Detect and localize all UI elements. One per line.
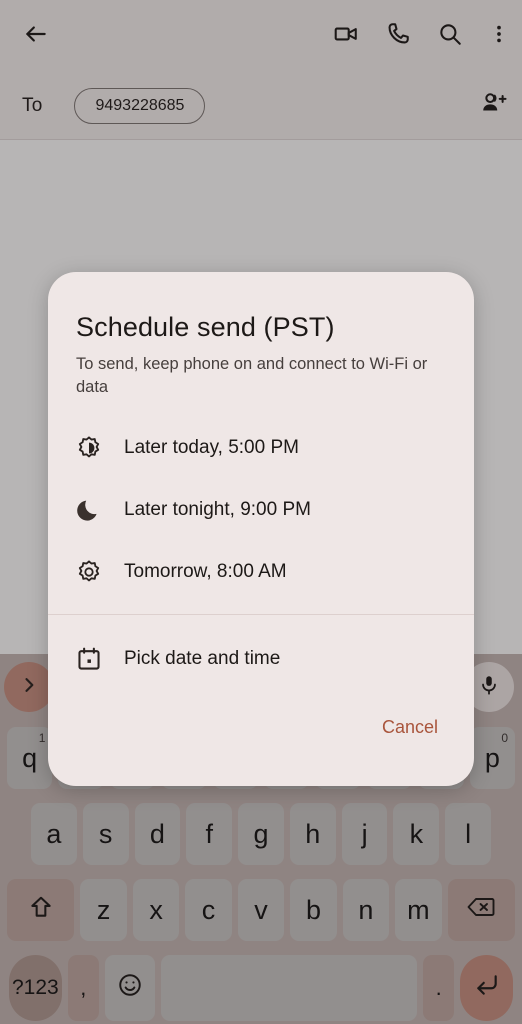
schedule-send-dialog: Schedule send (PST) To send, keep phone … [48, 272, 474, 786]
option-later-tonight[interactable]: Later tonight, 9:00 PM [48, 482, 474, 538]
dialog-divider [48, 613, 474, 615]
phone-screen: To 9493228685 q 1 p 0 a s d f g h j k l … [0, 0, 522, 1024]
option-label: Later tonight, 9:00 PM [124, 498, 311, 520]
option-later-today[interactable]: Later today, 5:00 PM [48, 420, 474, 476]
moon-icon [76, 497, 110, 523]
dialog-subtitle: To send, keep phone on and connect to Wi… [76, 355, 428, 397]
cancel-button[interactable]: Cancel [370, 709, 450, 746]
option-pick-date-time[interactable]: Pick date and time [48, 631, 474, 687]
option-label: Pick date and time [124, 647, 281, 669]
brightness-medium-icon [76, 435, 110, 461]
option-label: Tomorrow, 8:00 AM [124, 560, 287, 582]
calendar-icon [76, 646, 110, 672]
dialog-actions: Cancel [370, 709, 450, 746]
option-tomorrow[interactable]: Tomorrow, 8:00 AM [48, 544, 474, 600]
option-label: Later today, 5:00 PM [124, 436, 299, 458]
dialog-title: Schedule send (PST) [76, 312, 335, 342]
sunny-icon [76, 559, 110, 585]
dialog-options-list: Later today, 5:00 PM Later tonight, 9:00… [48, 420, 474, 600]
